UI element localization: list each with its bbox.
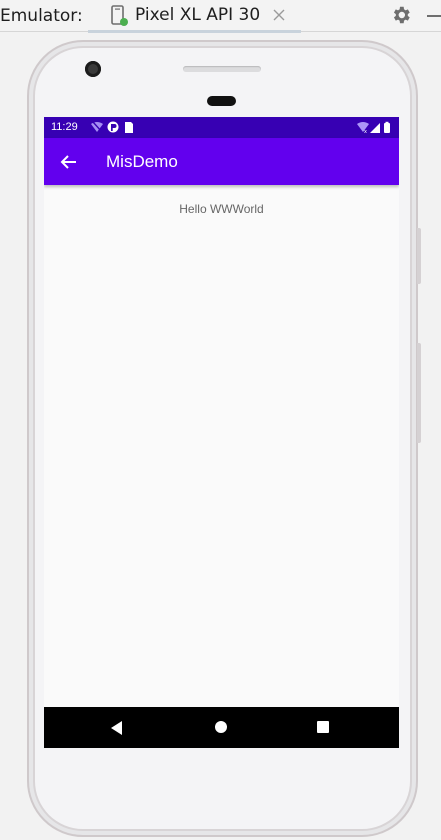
- tab-active-indicator: [88, 30, 301, 33]
- gear-icon[interactable]: [390, 4, 412, 26]
- tab-pixel-xl-api-30[interactable]: Pixel XL API 30: [88, 0, 301, 33]
- recents-square-icon[interactable]: [317, 721, 329, 733]
- power-button[interactable]: [417, 228, 421, 284]
- device-screen[interactable]: 11:29 x MisDemo Hello WWWorld: [44, 117, 399, 748]
- minus-icon[interactable]: [427, 15, 441, 17]
- front-camera: [85, 61, 101, 77]
- sd-card-icon: [125, 122, 133, 133]
- status-right-icons: x: [357, 121, 390, 134]
- app-title: MisDemo: [106, 152, 178, 171]
- wifi-off-icon: [91, 121, 103, 133]
- app-notification-icon: [107, 121, 119, 133]
- status-bar: 11:29 x: [44, 117, 399, 138]
- app-toolbar: MisDemo: [44, 138, 399, 185]
- earpiece-speaker: [183, 66, 261, 72]
- wifi-icon: x: [357, 122, 369, 134]
- device-icon: [111, 5, 128, 26]
- battery-icon: [384, 121, 390, 133]
- status-time: 11:29: [51, 121, 78, 133]
- tab-title: Pixel XL API 30: [135, 5, 261, 25]
- proximity-sensor: [207, 96, 236, 106]
- svg-text:x: x: [364, 129, 367, 134]
- hello-message: Hello WWWorld: [179, 202, 264, 216]
- status-left-icons: [91, 121, 133, 133]
- system-nav-bar: [44, 707, 399, 748]
- emulator-toolbar: Emulator: Pixel XL API 30: [0, 0, 441, 33]
- cellular-icon: [370, 123, 380, 133]
- back-arrow-icon[interactable]: [59, 152, 79, 172]
- home-circle-icon[interactable]: [215, 721, 227, 733]
- back-triangle-icon[interactable]: [111, 721, 123, 735]
- volume-button[interactable]: [417, 343, 421, 443]
- close-icon[interactable]: [271, 7, 287, 23]
- emulator-label: Emulator:: [0, 6, 83, 26]
